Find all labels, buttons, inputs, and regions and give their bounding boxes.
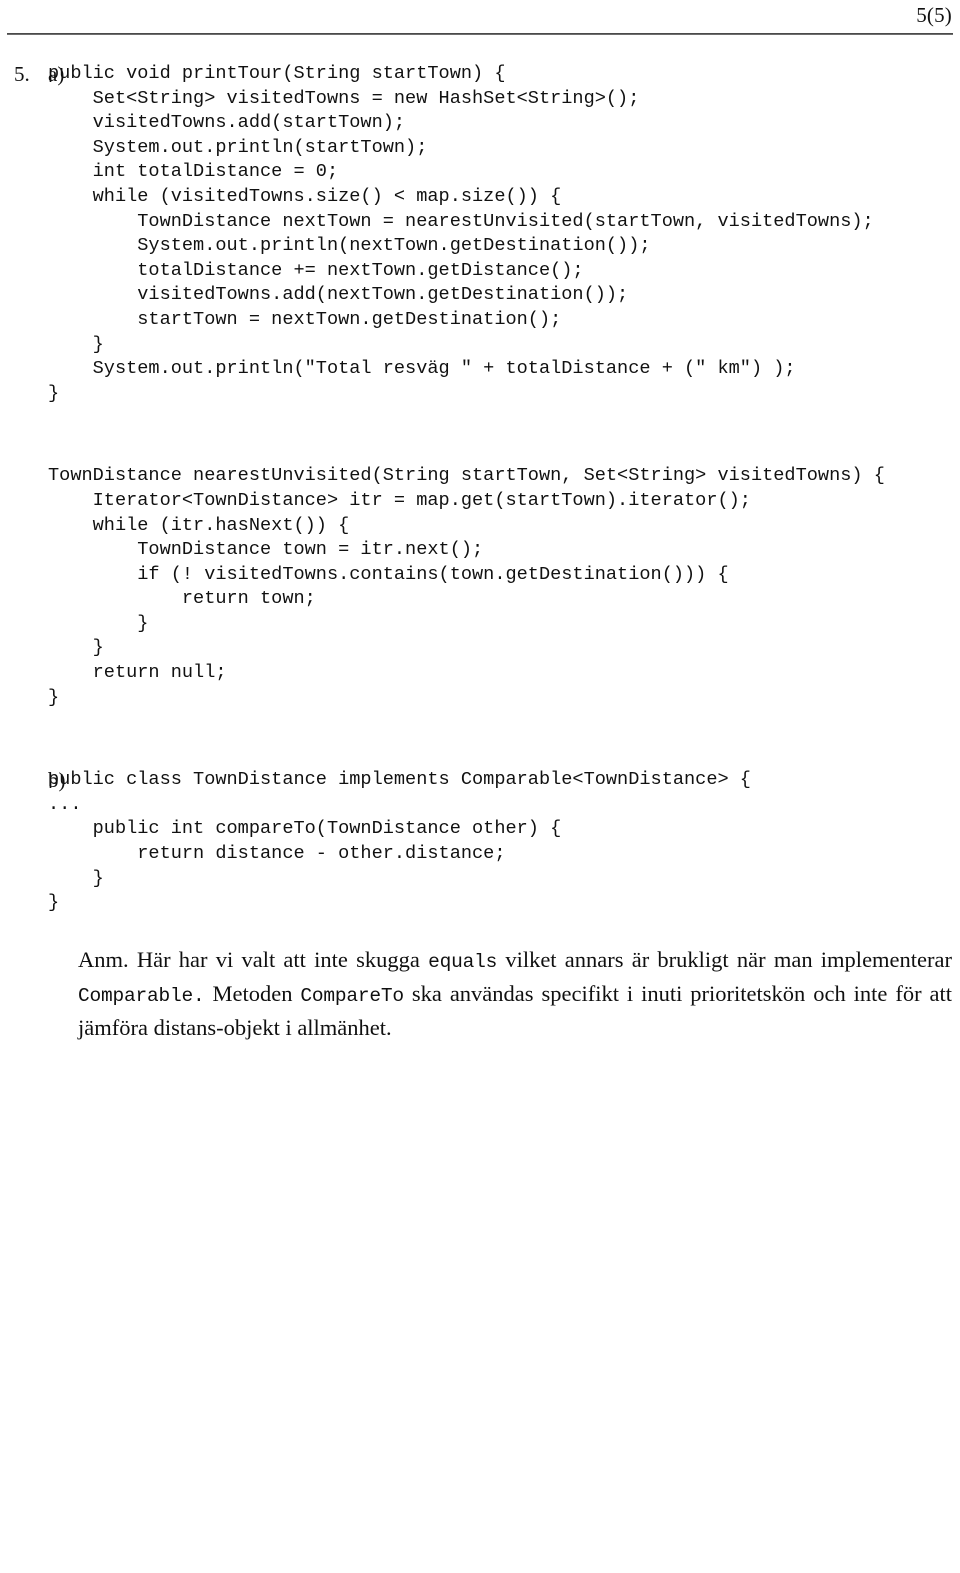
header-rule: [7, 33, 953, 35]
note-paragraph: Anm. Här har vi valt att inte skugga equ…: [0, 944, 960, 1043]
exercise-part-a: a) public void printTour(String startTow…: [0, 46, 960, 710]
note-run: Metoden: [204, 980, 301, 1006]
note-code-term: equals: [428, 950, 498, 973]
document-page: 5(5) 5. a) public void printTour(String …: [0, 0, 960, 1573]
code-block-print-tour: public void printTour(String startTown) …: [48, 63, 874, 404]
exercise-5: 5. a) public void printTour(String start…: [0, 46, 960, 1043]
part-label-b: b): [48, 768, 66, 793]
note-code-term: Comparable.: [78, 984, 205, 1007]
note-run: vilket annars är brukligt när man implem…: [497, 946, 952, 972]
page-header: 5(5): [0, 0, 960, 46]
note-text: Anm. Här har vi valt att inte skugga equ…: [78, 947, 952, 1040]
code-block-nearest-unvisited: TownDistance nearestUnvisited(String sta…: [48, 465, 885, 708]
exercise-part-b: b) public class TownDistance implements …: [0, 768, 960, 916]
note-run: Anm. Här har vi valt att inte skugga: [78, 946, 429, 972]
code-block-town-distance-class: public class TownDistance implements Com…: [48, 769, 751, 914]
note-code-term: CompareTo: [300, 984, 404, 1007]
page-number: 5(5): [916, 3, 952, 27]
code-gap: [48, 406, 960, 464]
part-gap: [0, 710, 960, 768]
page-content: 5. a) public void printTour(String start…: [0, 46, 960, 1043]
part-label-a: a): [48, 62, 65, 86]
